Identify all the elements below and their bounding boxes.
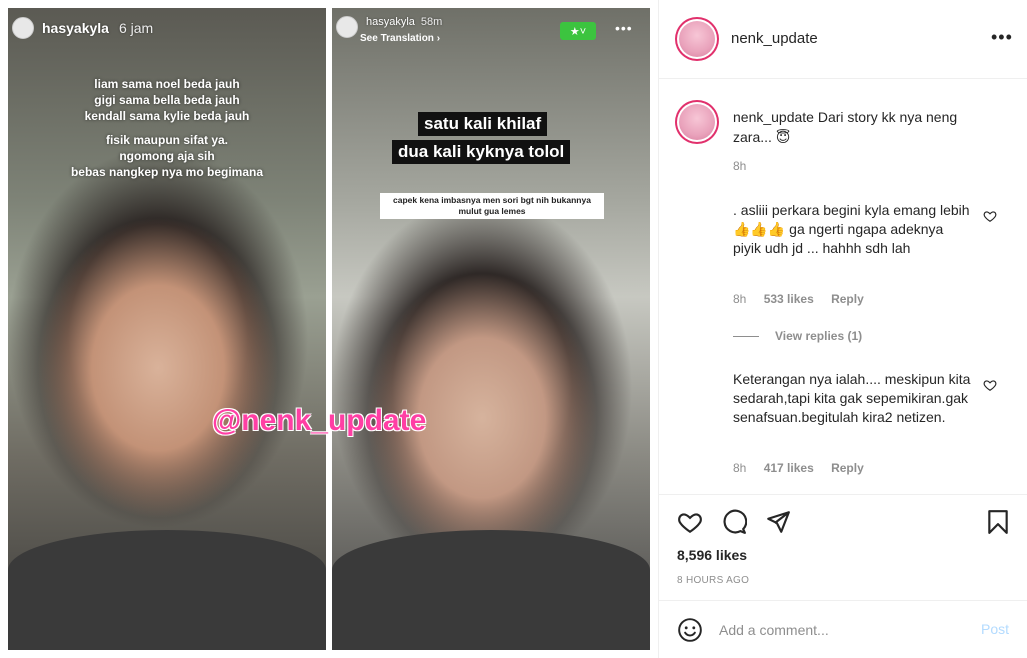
comment-time: 8h: [733, 292, 747, 306]
heart-icon[interactable]: [983, 378, 997, 392]
comment-likes[interactable]: 533 likes: [764, 292, 814, 306]
story-username: hasyakyla: [42, 20, 109, 36]
post-button[interactable]: Post: [981, 621, 1009, 637]
caption-time: 8h: [733, 159, 747, 173]
add-comment-bar: Post: [659, 600, 1027, 658]
story-caption-line-1: satu kali khilaf: [418, 112, 548, 136]
story-time: 58m: [420, 16, 443, 28]
avatar: [336, 16, 358, 38]
comment-text: . asliii perkara begini kyla emang lebih…: [733, 202, 970, 256]
story-username: hasyakyla: [366, 16, 415, 28]
likes-count[interactable]: 8,596 likes: [677, 547, 747, 563]
post-header: nenk_update •••: [659, 0, 1027, 79]
story-text-left: liam sama noel beda jauh gigi sama bella…: [8, 76, 326, 180]
reply-button[interactable]: Reply: [831, 461, 864, 475]
share-icon[interactable]: [765, 509, 791, 535]
shirt-shape: [8, 530, 326, 650]
story-screenshot-left: hasyakyla 6 jam liam sama noel beda jauh…: [8, 8, 326, 650]
story-line: kendall sama kylie beda jauh: [84, 109, 250, 123]
story-line: liam sama noel beda jauh: [94, 77, 240, 91]
story-line: fisik maupun sifat ya.: [105, 133, 229, 147]
story-time: 6 jam: [118, 20, 154, 36]
post-media[interactable]: hasyakyla 6 jam liam sama noel beda jauh…: [0, 0, 658, 658]
bookmark-icon[interactable]: [985, 509, 1011, 535]
comment-icon[interactable]: [721, 509, 747, 535]
story-note: capek kena imbasnya men sori bgt nih buk…: [380, 193, 604, 219]
avatar[interactable]: [675, 17, 719, 61]
view-replies-button[interactable]: View replies (1): [733, 329, 862, 343]
story-header-left: hasyakyla 6 jam: [8, 8, 326, 48]
heart-icon[interactable]: [677, 509, 703, 535]
see-translation-link: See Translation ›: [360, 33, 441, 44]
reply-button[interactable]: Reply: [831, 292, 864, 306]
comment-likes[interactable]: 417 likes: [764, 461, 814, 475]
story-line: ngomong aja sih: [119, 149, 215, 163]
heart-icon[interactable]: [983, 209, 997, 223]
avatar[interactable]: [675, 100, 719, 144]
shirt-shape: [332, 530, 650, 650]
post-panel: nenk_update ••• nenk_update Dari story k…: [658, 0, 1027, 658]
avatar: [12, 17, 34, 39]
caption-username[interactable]: nenk_update: [733, 109, 814, 125]
story-caption-line-2: dua kali kyknya tolol: [392, 140, 571, 164]
view-replies-label: View replies (1): [775, 329, 863, 343]
more-options-icon[interactable]: •••: [991, 27, 1013, 48]
header-username[interactable]: nenk_update: [731, 30, 818, 47]
comment-meta: 8h 533 likes Reply: [733, 292, 864, 306]
comment-time: 8h: [733, 461, 747, 475]
post-actions: 8,596 likes 8 HOURS AGO: [659, 494, 1027, 594]
story-screenshot-right: hasyakyla 58m See Translation › ★˅ ••• s…: [332, 8, 650, 650]
emoji-icon[interactable]: [677, 617, 703, 643]
story-line: bebas nangkep nya mo begimana: [70, 165, 264, 179]
comment-meta: 8h 417 likes Reply: [733, 461, 864, 475]
comment-input[interactable]: [719, 620, 959, 640]
comment-text: Keterangan nya ialah.... meskipun kita s…: [733, 371, 971, 425]
more-options-icon: •••: [615, 20, 633, 36]
post-time: 8 HOURS AGO: [677, 575, 750, 586]
watermark: @nenk_update: [212, 404, 427, 437]
post-caption: nenk_update Dari story kk nya neng zara.…: [733, 107, 993, 147]
comments-section: nenk_update Dari story kk nya neng zara.…: [659, 80, 1027, 494]
story-line: gigi sama bella beda jauh: [94, 93, 240, 107]
close-friends-star-icon: ★˅: [560, 22, 596, 40]
